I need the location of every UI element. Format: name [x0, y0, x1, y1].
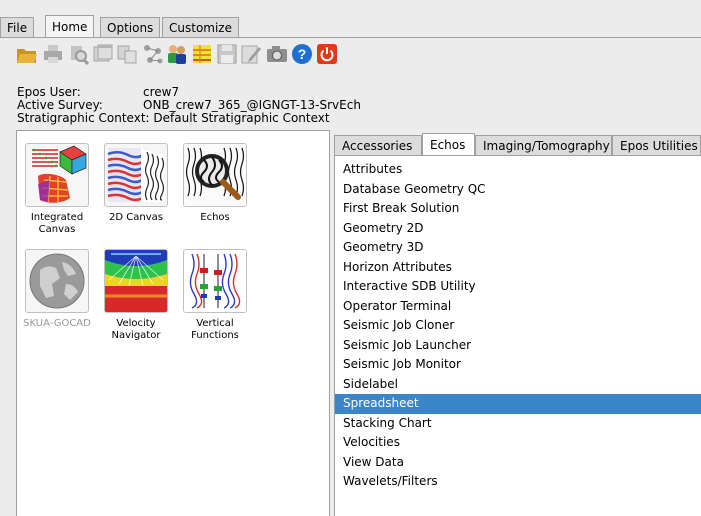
skua-gocad-icon	[25, 249, 89, 313]
list-item[interactable]: Seismic Job Monitor	[335, 355, 701, 375]
app-label: Integrated Canvas	[30, 212, 84, 235]
tab-home[interactable]: Home	[45, 15, 95, 37]
app-2d-canvas[interactable]: 2D Canvas	[96, 143, 176, 224]
power-icon[interactable]	[316, 43, 338, 65]
list-item[interactable]: Attributes	[335, 160, 701, 180]
app-label: Velocity Navigator	[111, 318, 161, 341]
category-tab-bar: Accessories Echos Imaging/Tomography Epo…	[334, 133, 701, 156]
velocity-navigator-icon	[104, 249, 168, 313]
app-label: Vertical Functions	[191, 318, 239, 341]
list-item[interactable]: View Data	[335, 453, 701, 473]
list-item[interactable]: Seismic Job Cloner	[335, 316, 701, 336]
network-icon[interactable]	[142, 43, 164, 65]
tab-customize[interactable]: Customize	[162, 17, 239, 37]
users-icon[interactable]	[166, 43, 188, 65]
echos-app-list: Attributes Database Geometry QC First Br…	[335, 160, 701, 492]
open-folder-icon[interactable]	[16, 43, 38, 65]
strat-context-value: Default Stratigraphic Context	[153, 111, 330, 125]
integrated-canvas-icon	[25, 143, 89, 207]
app-launcher-panel: Integrated Canvas 2D Canvas Echos SKUA-G…	[16, 130, 330, 516]
echos-app-list-panel: Attributes Database Geometry QC First Br…	[334, 155, 701, 516]
app-velocity-navigator[interactable]: Velocity Navigator	[96, 249, 176, 342]
list-item[interactable]: Stacking Chart	[335, 414, 701, 434]
vertical-functions-icon	[183, 249, 247, 313]
tab-echos[interactable]: Echos	[422, 133, 475, 156]
wall-icon[interactable]	[191, 43, 213, 65]
app-integrated-canvas[interactable]: Integrated Canvas	[17, 143, 97, 236]
tab-bar-divider	[0, 37, 701, 38]
list-item-selected[interactable]: Spreadsheet	[335, 394, 701, 414]
tab-imaging-tomography[interactable]: Imaging/Tomography	[475, 135, 612, 156]
print-icon[interactable]	[42, 43, 64, 65]
strat-context-label: Stratigraphic Context:	[17, 111, 150, 125]
echos-icon	[183, 143, 247, 207]
list-item[interactable]: Geometry 2D	[335, 219, 701, 239]
list-item[interactable]: Database Geometry QC	[335, 180, 701, 200]
save-icon[interactable]	[216, 43, 238, 65]
camera-icon[interactable]	[266, 43, 288, 65]
list-item[interactable]: Seismic Job Launcher	[335, 336, 701, 356]
tab-options[interactable]: Options	[100, 17, 161, 37]
list-item[interactable]: Operator Terminal	[335, 297, 701, 317]
main-tab-bar: File Home Options Customize	[0, 15, 701, 38]
tab-file[interactable]: File	[0, 17, 35, 37]
list-item[interactable]: Interactive SDB Utility	[335, 277, 701, 297]
list-item[interactable]: Sidelabel	[335, 375, 701, 395]
app-label: SKUA-GOCAD	[23, 318, 91, 329]
app-echos[interactable]: Echos	[175, 143, 255, 224]
app-label: Echos	[200, 212, 230, 223]
active-survey-value: ONB_crew7_365_@IGNGT-13-SrvEch	[143, 98, 361, 112]
list-item[interactable]: First Break Solution	[335, 199, 701, 219]
list-item[interactable]: Geometry 3D	[335, 238, 701, 258]
window-icon[interactable]	[92, 43, 114, 65]
app-label: 2D Canvas	[109, 212, 163, 223]
app-skua-gocad: SKUA-GOCAD	[17, 249, 97, 330]
tab-epos-utilities[interactable]: Epos Utilities	[612, 135, 701, 156]
tab-accessories[interactable]: Accessories	[334, 135, 422, 156]
list-item[interactable]: Horizon Attributes	[335, 258, 701, 278]
print-preview-icon[interactable]	[67, 43, 90, 66]
help-icon[interactable]: ?	[291, 43, 313, 65]
list-item[interactable]: Wavelets/Filters	[335, 472, 701, 492]
session-info: Epos User: crew7 Active Survey: ONB_crew7_…	[17, 86, 361, 125]
copy-window-icon[interactable]	[116, 43, 138, 65]
list-item[interactable]: Velocities	[335, 433, 701, 453]
epos-user-value: crew7	[143, 85, 180, 99]
edit-icon[interactable]	[240, 43, 262, 65]
2d-canvas-icon	[104, 143, 168, 207]
app-vertical-functions[interactable]: Vertical Functions	[175, 249, 255, 342]
svg-text:?: ?	[298, 46, 307, 62]
